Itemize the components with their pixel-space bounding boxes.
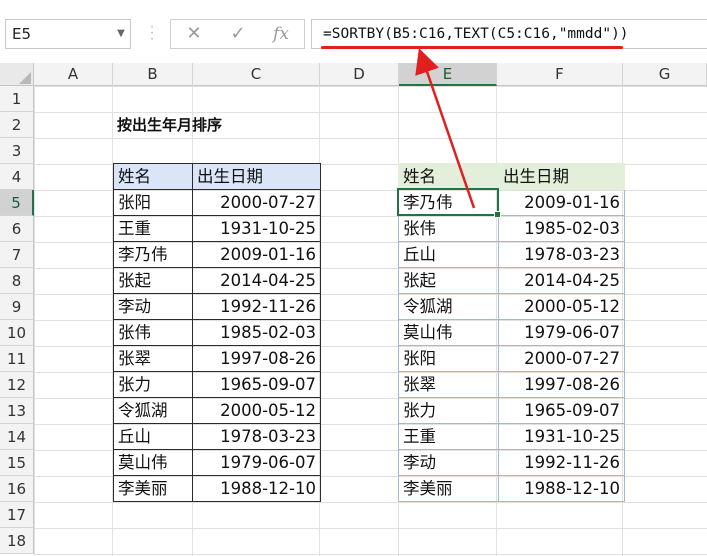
arrow-line bbox=[415, 48, 476, 209]
annotation-arrow bbox=[415, 48, 476, 209]
